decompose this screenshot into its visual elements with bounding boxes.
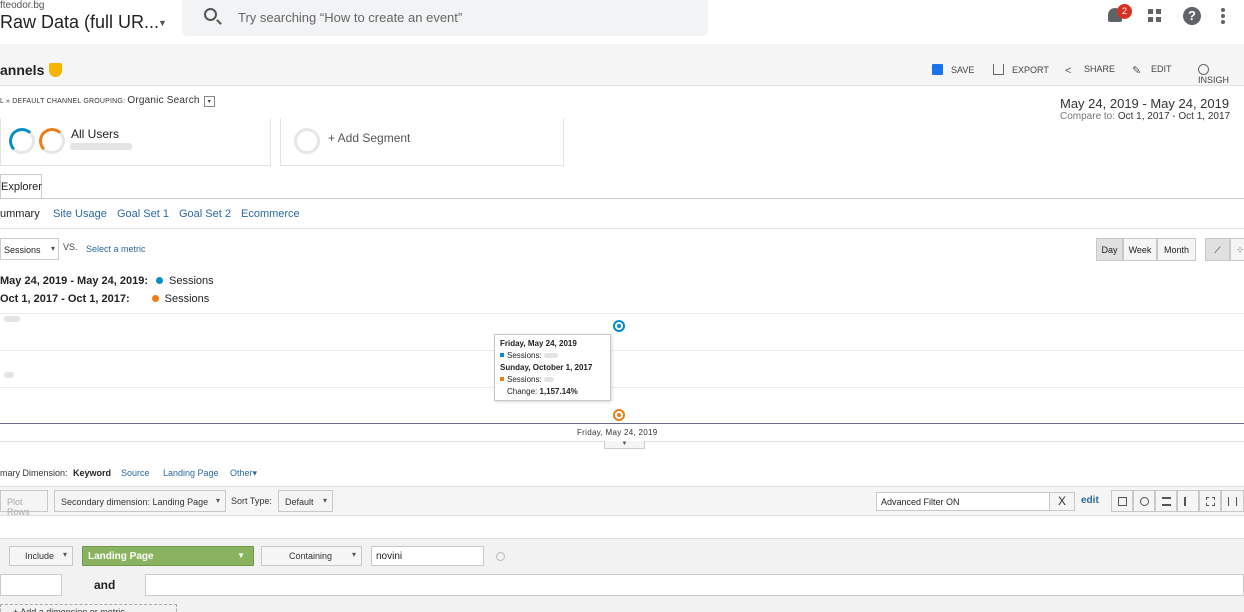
report-title: annels bbox=[0, 62, 45, 78]
share-button[interactable]: < SHARE bbox=[1065, 64, 1115, 77]
report-header bbox=[0, 44, 1244, 86]
top-bar: fteodor.bg Raw Data (full UR... ▼ Try se… bbox=[0, 0, 1244, 44]
sort-type-dropdown[interactable]: Default ▾ bbox=[278, 490, 333, 512]
advanced-filter-input[interactable]: Advanced Filter ON bbox=[876, 492, 1075, 511]
and-left-box bbox=[0, 574, 62, 596]
chart-gridline bbox=[0, 313, 1244, 314]
chart-tooltip: Friday, May 24, 2019 Sessions: Sunday, O… bbox=[494, 334, 611, 401]
breadcrumb: L » DEFAULT CHANNEL GROUPING: Organic Se… bbox=[0, 95, 215, 107]
tooltip-value-redacted bbox=[543, 377, 554, 382]
chart-gridline bbox=[0, 387, 1244, 388]
tooltip-square-orange-icon bbox=[500, 377, 504, 381]
save-button[interactable]: SAVE bbox=[932, 64, 974, 75]
collapse-chart-icon[interactable]: ▼ bbox=[604, 441, 645, 449]
clear-filter-button[interactable]: X bbox=[1049, 492, 1075, 511]
y-axis-label-redacted bbox=[4, 372, 14, 378]
legend-row-compare: Oct 1, 2017 - Oct 1, 2017: Sessions bbox=[0, 293, 210, 305]
period-day-button[interactable]: Day bbox=[1096, 238, 1123, 261]
and-label: and bbox=[94, 578, 116, 592]
pivot-view-icon[interactable] bbox=[1221, 490, 1244, 512]
remove-condition-icon[interactable] bbox=[496, 552, 505, 561]
metric-dropdown[interactable]: Sessions bbox=[0, 238, 59, 260]
segment-label: All Users bbox=[71, 127, 120, 141]
segment-ring-orange-icon bbox=[39, 128, 65, 154]
primary-dimension-label: mary Dimension: bbox=[0, 468, 68, 478]
filter-dimension-dropdown[interactable]: Landing Page ▼ bbox=[82, 546, 254, 566]
tooltip-value-redacted bbox=[543, 353, 558, 358]
plot-rows-button[interactable]: Plot Rows bbox=[0, 490, 48, 517]
add-dimension-button[interactable]: + Add a dimension or metric bbox=[0, 604, 177, 612]
view-dropdown-icon[interactable]: ▼ bbox=[158, 18, 167, 28]
subtab-ecommerce[interactable]: Ecommerce bbox=[241, 208, 300, 220]
edit-button[interactable]: ✎ EDIT bbox=[1132, 64, 1172, 77]
tooltip-square-blue-icon bbox=[500, 353, 504, 357]
more-options-icon[interactable] bbox=[1221, 8, 1225, 24]
help-icon[interactable]: ? bbox=[1183, 7, 1201, 25]
account-url: fteodor.bg bbox=[0, 0, 45, 11]
dimension-landing-page[interactable]: Landing Page bbox=[163, 468, 219, 478]
motion-chart-toggle-icon[interactable]: ⁘ bbox=[1230, 238, 1244, 261]
y-axis-label-redacted bbox=[4, 316, 20, 322]
analytics-report-page: fteodor.bg Raw Data (full UR... ▼ Try se… bbox=[0, 0, 1244, 612]
breadcrumb-dropdown-icon[interactable]: ▾ bbox=[203, 95, 215, 107]
search-icon bbox=[204, 8, 217, 21]
match-type-dropdown[interactable]: Containing ▾ bbox=[261, 546, 362, 566]
apps-grid-icon[interactable] bbox=[1148, 9, 1162, 23]
subtab-site-usage[interactable]: Site Usage bbox=[53, 208, 107, 220]
export-icon bbox=[993, 64, 1004, 75]
segment-ring-blue-icon bbox=[9, 128, 35, 154]
pie-view-icon[interactable] bbox=[1133, 490, 1155, 512]
view-selector[interactable]: Raw Data (full UR... bbox=[0, 12, 159, 33]
include-dropdown[interactable]: Include ▾ bbox=[9, 546, 73, 566]
comparison-view-icon[interactable] bbox=[1177, 490, 1199, 512]
add-segment-card[interactable] bbox=[280, 118, 564, 166]
table-view-icon[interactable] bbox=[1111, 490, 1133, 512]
x-axis-label: Friday, May 24, 2019 bbox=[577, 428, 658, 437]
term-cloud-view-icon[interactable] bbox=[1199, 490, 1221, 512]
insights-icon bbox=[1198, 64, 1209, 75]
segment-percentage-redacted bbox=[70, 143, 132, 150]
export-button[interactable]: EXPORT bbox=[993, 64, 1049, 75]
chart-x-axis bbox=[0, 423, 1244, 424]
period-month-button[interactable]: Month bbox=[1157, 238, 1196, 261]
performance-view-icon[interactable] bbox=[1155, 490, 1177, 512]
chart-gridline bbox=[0, 350, 1244, 351]
pencil-icon: ✎ bbox=[1132, 65, 1142, 77]
save-icon bbox=[932, 64, 943, 75]
chart-point-compare[interactable] bbox=[613, 409, 625, 421]
legend-row-current: May 24, 2019 - May 24, 2019: Sessions bbox=[0, 275, 214, 287]
notification-badge: 2 bbox=[1117, 4, 1132, 19]
compare-range[interactable]: Compare to: Oct 1, 2017 - Oct 1, 2017 bbox=[1060, 111, 1230, 122]
select-metric-link[interactable]: Select a metric bbox=[86, 244, 146, 254]
period-week-button[interactable]: Week bbox=[1123, 238, 1157, 261]
dimension-keyword[interactable]: Keyword bbox=[73, 468, 111, 478]
divider bbox=[0, 228, 1244, 229]
subtab-goal-set-1[interactable]: Goal Set 1 bbox=[117, 208, 169, 220]
legend-dot-orange-icon bbox=[151, 295, 159, 302]
and-right-box bbox=[145, 574, 1244, 596]
chart-point-current[interactable] bbox=[613, 320, 625, 332]
search-bar[interactable]: Try searching “How to create an event” bbox=[182, 0, 708, 36]
search-placeholder: Try searching “How to create an event” bbox=[238, 10, 463, 25]
share-icon: < bbox=[1065, 65, 1072, 77]
verified-shield-icon bbox=[49, 63, 62, 77]
legend-dot-blue-icon bbox=[155, 277, 163, 284]
subtab-goal-set-2[interactable]: Goal Set 2 bbox=[179, 208, 231, 220]
tab-explorer[interactable]: Explorer bbox=[0, 174, 42, 199]
edit-filter-link[interactable]: edit bbox=[1081, 495, 1099, 506]
secondary-dimension-dropdown[interactable]: Secondary dimension: Landing Page ▾ bbox=[54, 490, 226, 512]
tab-divider bbox=[0, 198, 1244, 199]
breadcrumb-value[interactable]: Organic Search bbox=[127, 95, 199, 106]
add-segment-ring-icon bbox=[294, 128, 320, 154]
add-segment-label[interactable]: + Add Segment bbox=[328, 131, 410, 145]
date-range-selector[interactable]: May 24, 2019 - May 24, 2019 bbox=[1060, 96, 1229, 111]
sort-type-label: Sort Type: bbox=[231, 496, 272, 506]
filter-value-input[interactable]: novini bbox=[371, 546, 484, 566]
subtab-summary[interactable]: ummary bbox=[0, 208, 40, 220]
insights-button[interactable]: INSIGH bbox=[1198, 64, 1244, 85]
vs-label: VS. bbox=[63, 242, 78, 252]
line-chart-toggle-icon[interactable]: ⟋ bbox=[1205, 238, 1230, 261]
dimension-other[interactable]: Other▾ bbox=[230, 468, 257, 479]
dimension-source[interactable]: Source bbox=[121, 468, 150, 478]
